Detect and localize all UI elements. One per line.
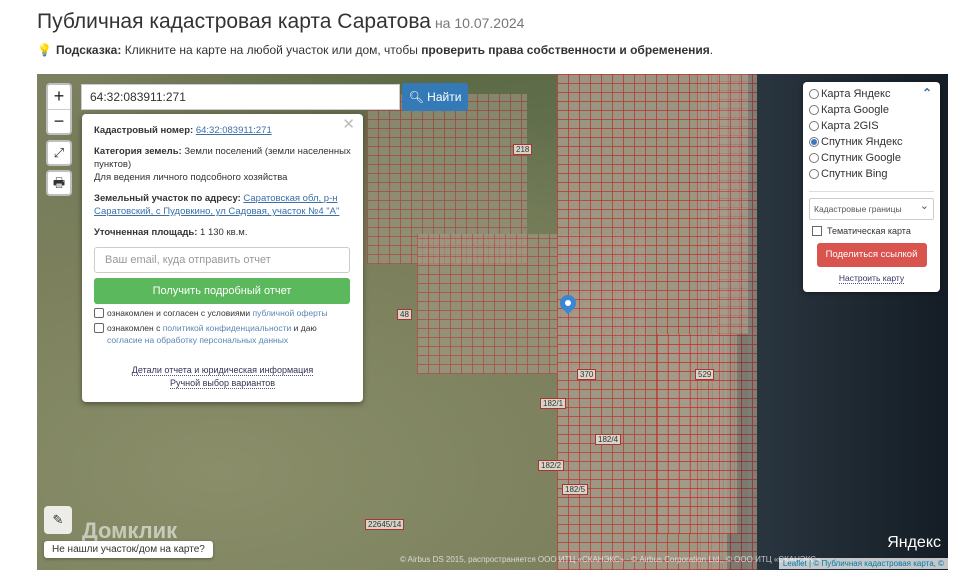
email-input[interactable]: Ваш email, куда отправить отчет <box>94 247 350 273</box>
area: Уточненная площадь: 1 130 кв.м. <box>94 226 351 239</box>
layer-label: Спутник Google <box>821 152 901 164</box>
overlay-select-wrap: Кадастровые границы <box>809 191 934 220</box>
hint: 💡 Подсказка: Кликните на карте на любой у… <box>37 43 713 57</box>
privacy-link[interactable]: политикой конфиденциальности <box>163 323 292 333</box>
yandex-logo: Яндекс <box>887 534 941 551</box>
cad-link[interactable]: 64:32:083911:271 <box>196 125 272 136</box>
parcel-grid <box>697 74 757 570</box>
parcel-popup: ✕ Кадастровый номер: 64:32:083911:271 Ка… <box>82 114 363 402</box>
layer-label: Спутник Bing <box>821 168 888 180</box>
title-date: на 10.07.2024 <box>434 15 525 31</box>
pencil-icon: ✎ <box>52 512 64 527</box>
cadastral-search-input[interactable]: 64:32:083911:271 <box>81 84 400 110</box>
hint-bold: проверить права собственности и обремене… <box>421 43 710 57</box>
find-button[interactable]: 🔍︎ Найти <box>402 83 468 111</box>
parcel-label: 370 <box>577 369 597 380</box>
popup-links: Детали отчета и юридическая информация Р… <box>94 364 351 390</box>
layer-option[interactable]: Карта Google <box>809 102 934 118</box>
layer-option[interactable]: Спутник Google <box>809 150 934 166</box>
layer-option[interactable]: Карта Яндекс <box>809 86 934 102</box>
thematic-checkbox[interactable] <box>812 226 822 236</box>
leaflet-attribution[interactable]: Leaflet | © Публичная кадастровая карта,… <box>778 558 948 569</box>
imagery-attribution: © Airbus DS 2015, распространяется ООО И… <box>400 555 821 564</box>
parcel-label: 182/1 <box>540 398 567 409</box>
addr-label: Земельный участок по адресу: <box>94 193 241 204</box>
radio-checked-icon[interactable] <box>809 137 819 147</box>
land-use: Для ведения личного подсобного хозяйства <box>94 172 288 183</box>
draw-button[interactable]: ✎ <box>44 506 72 534</box>
details-link[interactable]: Детали отчета и юридическая информация <box>131 365 314 376</box>
page-title: Публичная кадастровая карта Саратова на 1… <box>37 10 524 34</box>
parcel-label: 182/5 <box>562 484 589 495</box>
parcel-label: 22645/14 <box>365 519 405 530</box>
layer-option-selected[interactable]: Спутник Яндекс <box>809 134 934 150</box>
radio-icon[interactable] <box>809 153 819 163</box>
overlay-select[interactable]: Кадастровые границы <box>809 196 934 220</box>
parcel-label: 182/4 <box>595 434 622 445</box>
chk1-text: ознакомлен и согласен с условиями <box>107 308 251 318</box>
hint-end: . <box>709 43 714 57</box>
parcel-label: 218 <box>513 144 533 155</box>
radio-icon[interactable] <box>809 169 819 179</box>
cadastral-number: Кадастровый номер: 64:32:083911:271 <box>94 124 351 137</box>
chk2-mid: и даю <box>293 323 317 333</box>
cad-label: Кадастровый номер: <box>94 125 194 136</box>
fullscreen-button[interactable]: ⤢ <box>46 140 72 166</box>
zoom-in-button[interactable]: + <box>48 85 70 109</box>
layer-label: Спутник Яндекс <box>821 136 903 148</box>
find-label: Найти <box>427 90 462 104</box>
configure-map-link[interactable]: Настроить карту <box>838 273 905 284</box>
configure-map: Настроить карту <box>809 273 934 284</box>
offer-link[interactable]: публичной оферты <box>253 308 328 318</box>
parcel-label: 182/2 <box>538 460 565 471</box>
consent-link[interactable]: согласие на обработку персональных данны… <box>107 335 288 345</box>
area-label: Уточненная площадь: <box>94 227 198 238</box>
layer-label: Карта Яндекс <box>821 88 891 100</box>
privacy-checkbox[interactable] <box>94 323 104 333</box>
parcel-label: 48 <box>397 309 412 320</box>
search-icon: 🔍︎ <box>408 90 424 104</box>
printer-icon: 🖶 <box>52 175 66 190</box>
map[interactable]: 218 370 182/1 182/4 182/2 182/5 22645/14… <box>37 74 948 570</box>
close-icon[interactable]: ✕ <box>342 117 355 132</box>
land-category: Категория земель: Земли поселений (земли… <box>94 145 351 184</box>
parcel-label: 529 <box>695 369 715 380</box>
chk2-text: ознакомлен с <box>107 323 161 333</box>
get-report-button[interactable]: Получить подробный отчет <box>94 278 350 304</box>
radio-icon[interactable] <box>809 105 819 115</box>
lightbulb-icon: 💡 <box>37 43 52 57</box>
address: Земельный участок по адресу: Саратовская… <box>94 192 351 218</box>
layer-label: Карта 2GIS <box>821 120 879 132</box>
area-value: 1 130 кв.м. <box>200 227 248 238</box>
layer-option[interactable]: Спутник Bing <box>809 166 934 182</box>
manual-choice-link[interactable]: Ручной выбор вариантов <box>169 378 276 389</box>
title-text: Публичная кадастровая карта Саратова <box>37 10 431 33</box>
hint-label: Подсказка: <box>55 43 122 57</box>
not-found-button[interactable]: Не нашли участок/дом на карте? <box>44 541 213 558</box>
print-button[interactable]: 🖶 <box>46 170 72 196</box>
hint-text: Кликните на карте на любой участок или д… <box>124 43 418 57</box>
layer-switcher: ⌃ Карта Яндекс Карта Google Карта 2GIS С… <box>803 82 940 292</box>
thematic-row: Тематическая карта <box>809 226 934 236</box>
cat-label: Категория земель: <box>94 146 182 157</box>
layer-label: Карта Google <box>821 104 889 116</box>
offer-checkbox[interactable] <box>94 308 104 318</box>
chevron-up-icon[interactable]: ⌃ <box>922 86 932 100</box>
thematic-label: Тематическая карта <box>827 226 911 236</box>
layer-option[interactable]: Карта 2GIS <box>809 118 934 134</box>
radio-icon[interactable] <box>809 89 819 99</box>
privacy-checkbox-row: ознакомлен с политикой конфиденциальност… <box>94 322 351 346</box>
radio-icon[interactable] <box>809 121 819 131</box>
zoom-out-button[interactable]: − <box>48 109 70 133</box>
expand-icon: ⤢ <box>53 145 65 160</box>
share-link-button[interactable]: Поделиться ссылкой <box>816 243 927 267</box>
zoom-control: + − <box>46 83 72 135</box>
offer-checkbox-row: ознакомлен и согласен с условиями публич… <box>94 307 351 319</box>
